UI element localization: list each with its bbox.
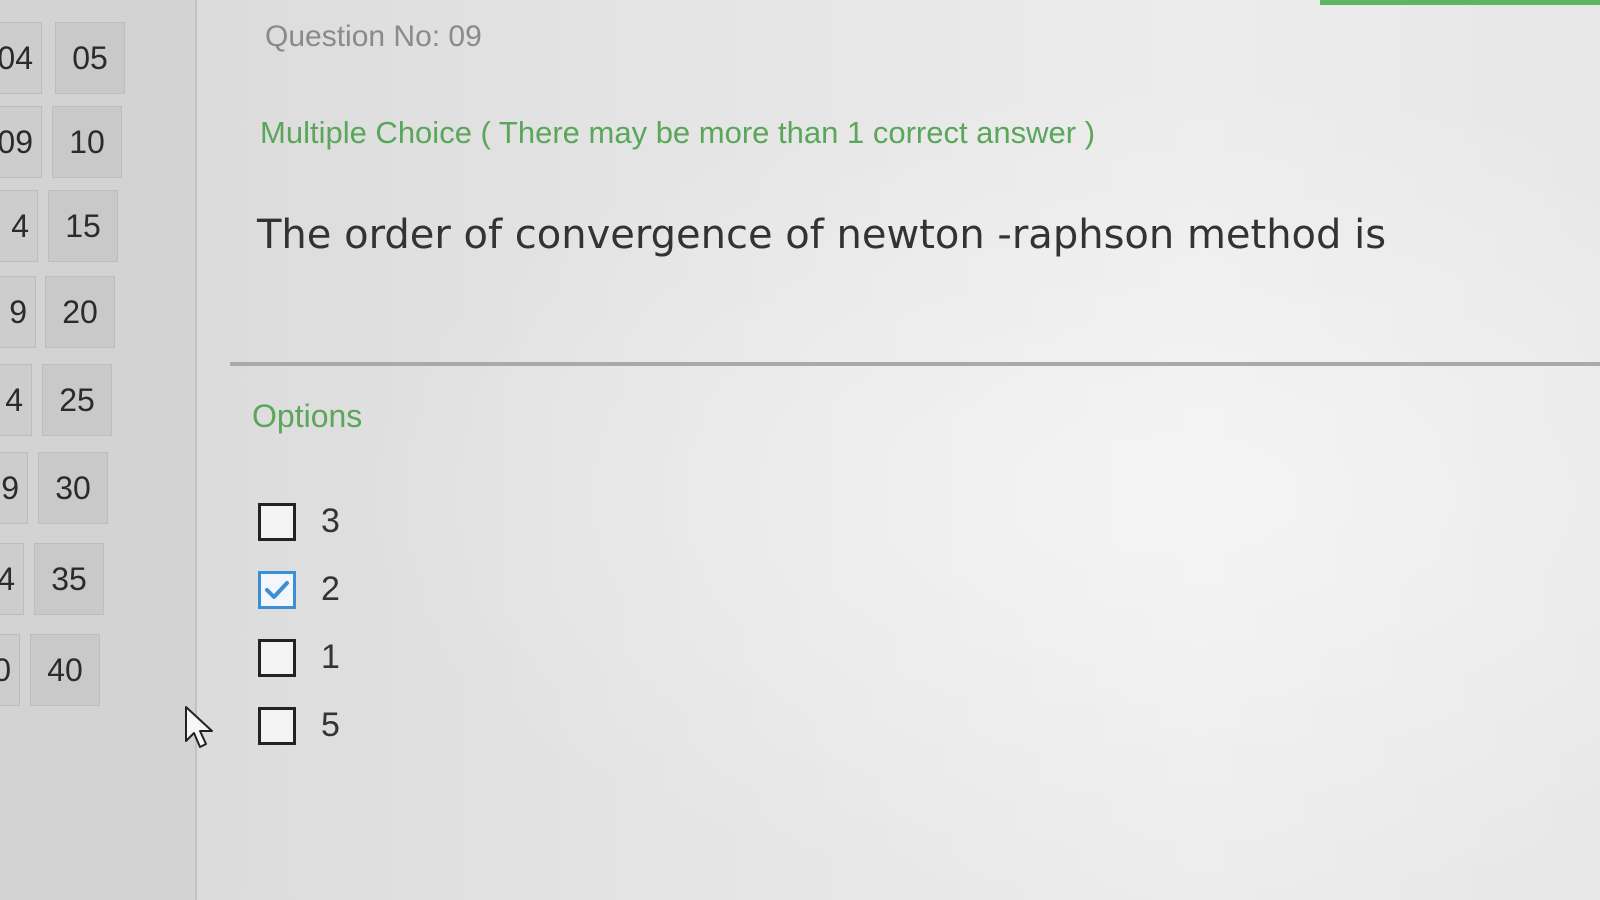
- option-item[interactable]: 2: [258, 570, 340, 609]
- question-number: Question No: 09: [265, 20, 482, 53]
- question-nav-button[interactable]: 25: [42, 364, 112, 436]
- question-nav-button[interactable]: 04: [0, 22, 42, 94]
- question-nav-button[interactable]: 40: [30, 634, 100, 706]
- option-label: 5: [321, 706, 340, 744]
- question-nav-button[interactable]: 15: [48, 190, 118, 262]
- option-item[interactable]: 3: [258, 502, 340, 541]
- top-accent-line: [1320, 0, 1600, 5]
- question-navigator: 04 05 09 10 4 15 9 20 4 25 9 30 4 35 0 4…: [0, 0, 197, 900]
- option-checkbox[interactable]: [258, 502, 296, 541]
- option-checkbox[interactable]: [258, 570, 296, 609]
- option-checkbox[interactable]: [258, 638, 296, 677]
- question-nav-button[interactable]: 4: [0, 190, 38, 262]
- mouse-cursor-icon: [185, 706, 213, 748]
- exam-screen: 04 05 09 10 4 15 9 20 4 25 9 30 4 35 0 4…: [0, 0, 1600, 900]
- option-label: 3: [321, 502, 340, 540]
- question-nav-button[interactable]: 10: [52, 106, 122, 178]
- question-type-label: Multiple Choice ( There may be more than…: [260, 115, 1096, 150]
- option-label: 2: [321, 570, 340, 608]
- option-checkbox[interactable]: [258, 706, 296, 745]
- question-text: The order of convergence of newton -raph…: [257, 212, 1387, 258]
- option-item[interactable]: 1: [258, 638, 340, 677]
- question-nav-button[interactable]: 4: [0, 543, 24, 615]
- question-nav-button[interactable]: 0: [0, 634, 20, 706]
- checkmark-icon: [265, 580, 289, 599]
- question-nav-button[interactable]: 30: [38, 452, 108, 524]
- question-nav-button[interactable]: 09: [0, 106, 42, 178]
- divider: [230, 362, 1600, 366]
- question-nav-button[interactable]: 05: [55, 22, 125, 94]
- option-label: 1: [321, 638, 340, 676]
- question-nav-button[interactable]: 4: [0, 364, 32, 436]
- question-nav-button[interactable]: 9: [0, 276, 36, 348]
- question-nav-button[interactable]: 9: [0, 452, 28, 524]
- question-nav-button[interactable]: 20: [45, 276, 115, 348]
- question-nav-button[interactable]: 35: [34, 543, 104, 615]
- options-heading: Options: [252, 398, 363, 434]
- option-item[interactable]: 5: [258, 706, 340, 745]
